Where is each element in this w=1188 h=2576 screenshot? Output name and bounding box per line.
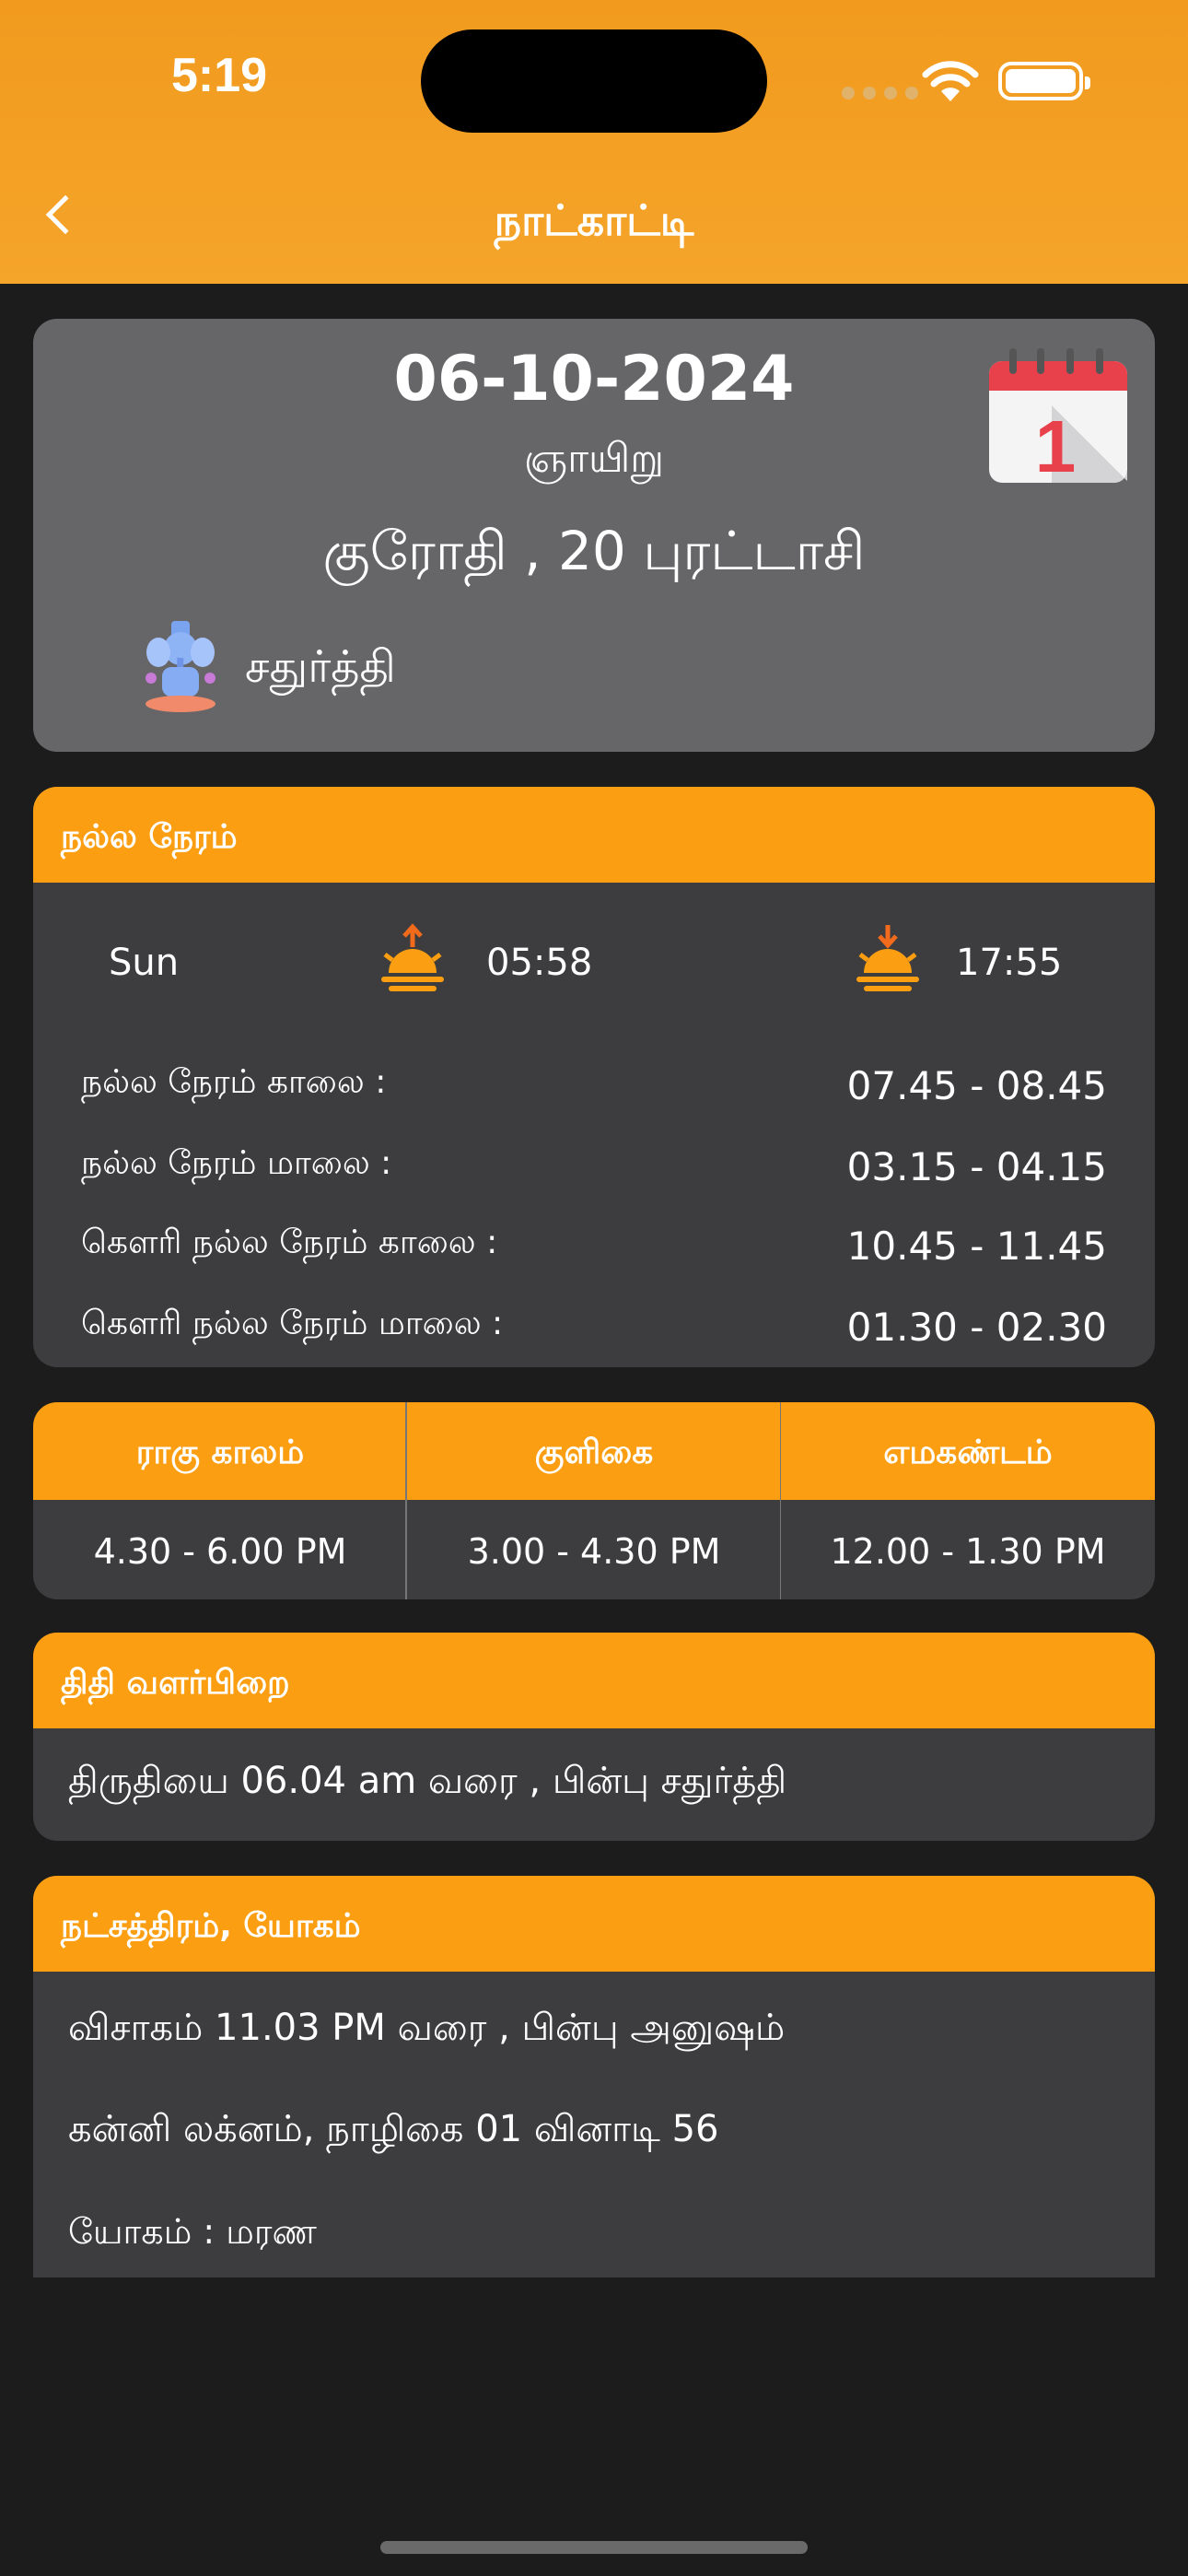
sunset-icon [856, 925, 919, 991]
nakshatra-header: நட்சத்திரம், யோகம் [33, 1876, 1155, 1972]
status-time: 5:19 [171, 49, 268, 102]
calendar-icon-number: 1 [1035, 405, 1077, 485]
yogam-text: யோகம் : மரண [68, 2211, 317, 2252]
nakshatra-text: விசாகம் 11.03 PM வரை , பின்பு அனுஷம் [68, 2007, 786, 2049]
sunrise-time: 05:58 [486, 942, 593, 984]
sunset-time: 17:55 [956, 942, 1063, 984]
tamil-date: குரோதி , 20 புரட்டாசி [322, 520, 866, 582]
kuligai-column: குளிகை 3.00 - 4.30 PM [407, 1402, 781, 1599]
timing-label: கௌரி நல்ல நேரம் மாலை : [81, 1305, 504, 1342]
timing-value: 01.30 - 02.30 [846, 1305, 1107, 1350]
emagandam-column: எமகண்டம் 12.00 - 1.30 PM [781, 1402, 1155, 1599]
timing-value: 03.15 - 04.15 [846, 1144, 1107, 1189]
thithi-name: சதுர்த்தி [245, 641, 396, 693]
home-indicator[interactable] [380, 2541, 808, 2554]
kuligai-value: 3.00 - 4.30 PM [407, 1500, 781, 1599]
timing-row: நல்ல நேரம் மாலை : 03.15 - 04.15 [81, 1144, 1107, 1200]
date-card: 06-10-2024 ஞாயிறு குரோதி , 20 புரட்டாசி … [33, 319, 1155, 752]
nakshatra-section: நட்சத்திரம், யோகம் விசாகம் 11.03 PM வரை … [33, 1876, 1155, 2277]
app-header: 5:19 நாட்காட்டி [0, 0, 1188, 284]
nalla-neram-section: நல்ல நேரம் Sun 05:58 17:55 நல்ல நேரம் கா… [33, 787, 1155, 1367]
kalam-table: ராகு காலம் 4.30 - 6.00 PM குளிகை 3.00 - … [33, 1402, 1155, 1599]
emagandam-header: எமகண்டம் [781, 1402, 1155, 1500]
thithi-header: திதி வளர்பிறை [33, 1633, 1155, 1728]
wifi-icon [922, 61, 979, 101]
timing-row: கௌரி நல்ல நேரம் மாலை : 01.30 - 02.30 [81, 1305, 1107, 1360]
calendar-icon[interactable]: 1 [987, 346, 1129, 485]
timing-label: நல்ல நேரம் மாலை : [81, 1144, 392, 1182]
day-short-label: Sun [109, 942, 180, 984]
timing-label: நல்ல நேரம் காலை : [81, 1063, 387, 1101]
timing-value: 07.45 - 08.45 [846, 1063, 1107, 1108]
page-title: நாட்காட்டி [494, 195, 694, 245]
sunrise-icon [381, 923, 444, 991]
cellular-signal-icon [842, 87, 918, 100]
timing-row: கௌரி நல்ல நேரம் காலை : 10.45 - 11.45 [81, 1224, 1107, 1279]
rahu-kalam-header: ராகு காலம் [33, 1402, 407, 1500]
lagnam-text: கன்னி லக்னம், நாழிகை 01 வினாடி 56 [68, 2108, 719, 2150]
timing-label: கௌரி நல்ல நேரம் காலை : [81, 1224, 498, 1261]
kuligai-header: குளிகை [407, 1402, 781, 1500]
thithi-text: திருதியை 06.04 am வரை , பின்பு சதுர்த்தி [68, 1760, 787, 1802]
rahu-kalam-column: ராகு காலம் 4.30 - 6.00 PM [33, 1402, 407, 1599]
dynamic-island [421, 29, 767, 133]
thithi-section: திதி வளர்பிறை திருதியை 06.04 am வரை , பி… [33, 1633, 1155, 1841]
emagandam-value: 12.00 - 1.30 PM [781, 1500, 1155, 1599]
ganesha-icon [146, 621, 215, 712]
timing-row: நல்ல நேரம் காலை : 07.45 - 08.45 [81, 1063, 1107, 1118]
rahu-kalam-value: 4.30 - 6.00 PM [33, 1500, 407, 1599]
battery-icon [998, 62, 1090, 100]
timing-value: 10.45 - 11.45 [846, 1224, 1107, 1269]
nalla-neram-header: நல்ல நேரம் [33, 787, 1155, 883]
